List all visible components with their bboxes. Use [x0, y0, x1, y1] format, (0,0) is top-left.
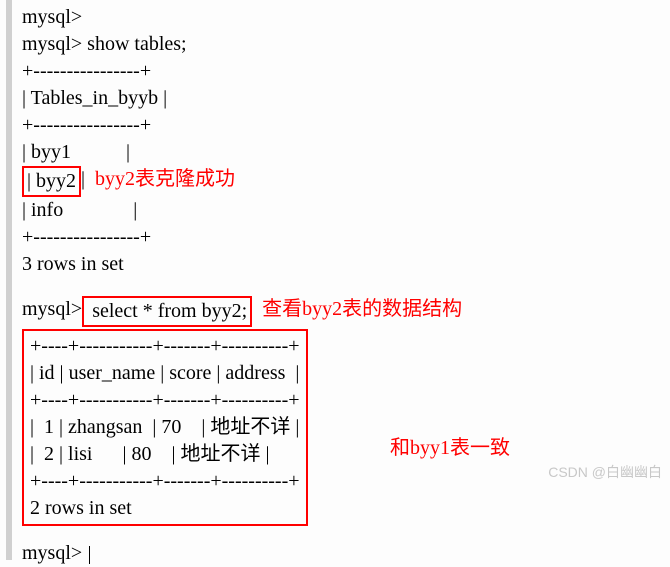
cmd-select-wrapper: mysql> select * from byy2; 查看byy2表的数据结构	[22, 296, 670, 327]
table-row-info: | info |	[22, 197, 670, 224]
select-separator: +----+-----------+-------+----------+	[30, 333, 300, 360]
table-separator: +----------------+	[22, 224, 670, 251]
select-row-1: | 1 | zhangsan | 70 | 地址不详 |	[30, 414, 300, 441]
table-row-byy2-wrapper: | byy2 | byy2表克隆成功	[22, 166, 670, 197]
cmd-show-tables: mysql> show tables;	[22, 31, 670, 58]
table-row-byy2: | byy2	[27, 170, 76, 192]
prompt-final-wrapper: mysql>	[22, 540, 670, 567]
table-separator: +----------------+	[22, 112, 670, 139]
table-separator: +----------------+	[22, 58, 670, 85]
highlight-select-result: +----+-----------+-------+----------+ | …	[22, 329, 308, 526]
left-scroll-bar	[6, 0, 12, 560]
select-separator: +----+-----------+-------+----------+	[30, 387, 300, 414]
text-cursor	[89, 546, 90, 564]
highlight-select: select * from byy2;	[82, 296, 252, 327]
prompt-final[interactable]: mysql>	[22, 542, 87, 564]
select-row-2: | 2 | lisi | 80 | 地址不详 |	[30, 441, 300, 468]
annotation-clone-success: byy2表克隆成功	[95, 166, 235, 193]
table-row-byy1: | byy1 |	[22, 139, 670, 166]
annotation-same-as-byy1: 和byy1表一致	[390, 435, 510, 462]
prompt-empty: mysql>	[22, 4, 670, 31]
rows-in-set-2: 2 rows in set	[30, 495, 300, 522]
select-separator: +----+-----------+-------+----------+	[30, 468, 300, 495]
rows-in-set-3: 3 rows in set	[22, 251, 670, 278]
watermark: CSDN @白幽幽白	[548, 463, 662, 482]
select-header: | id | user_name | score | address |	[30, 360, 300, 387]
prompt-select: mysql>	[22, 296, 82, 323]
cmd-select: select * from byy2;	[87, 300, 247, 322]
select-result-wrapper: +----+-----------+-------+----------+ | …	[22, 327, 670, 526]
table-header: | Tables_in_byyb |	[22, 85, 670, 112]
highlight-byy2: | byy2	[22, 166, 81, 197]
spacer	[22, 278, 670, 296]
row-byy2-end: |	[81, 166, 85, 193]
spacer	[22, 526, 670, 540]
annotation-view-structure: 查看byy2表的数据结构	[262, 296, 462, 323]
